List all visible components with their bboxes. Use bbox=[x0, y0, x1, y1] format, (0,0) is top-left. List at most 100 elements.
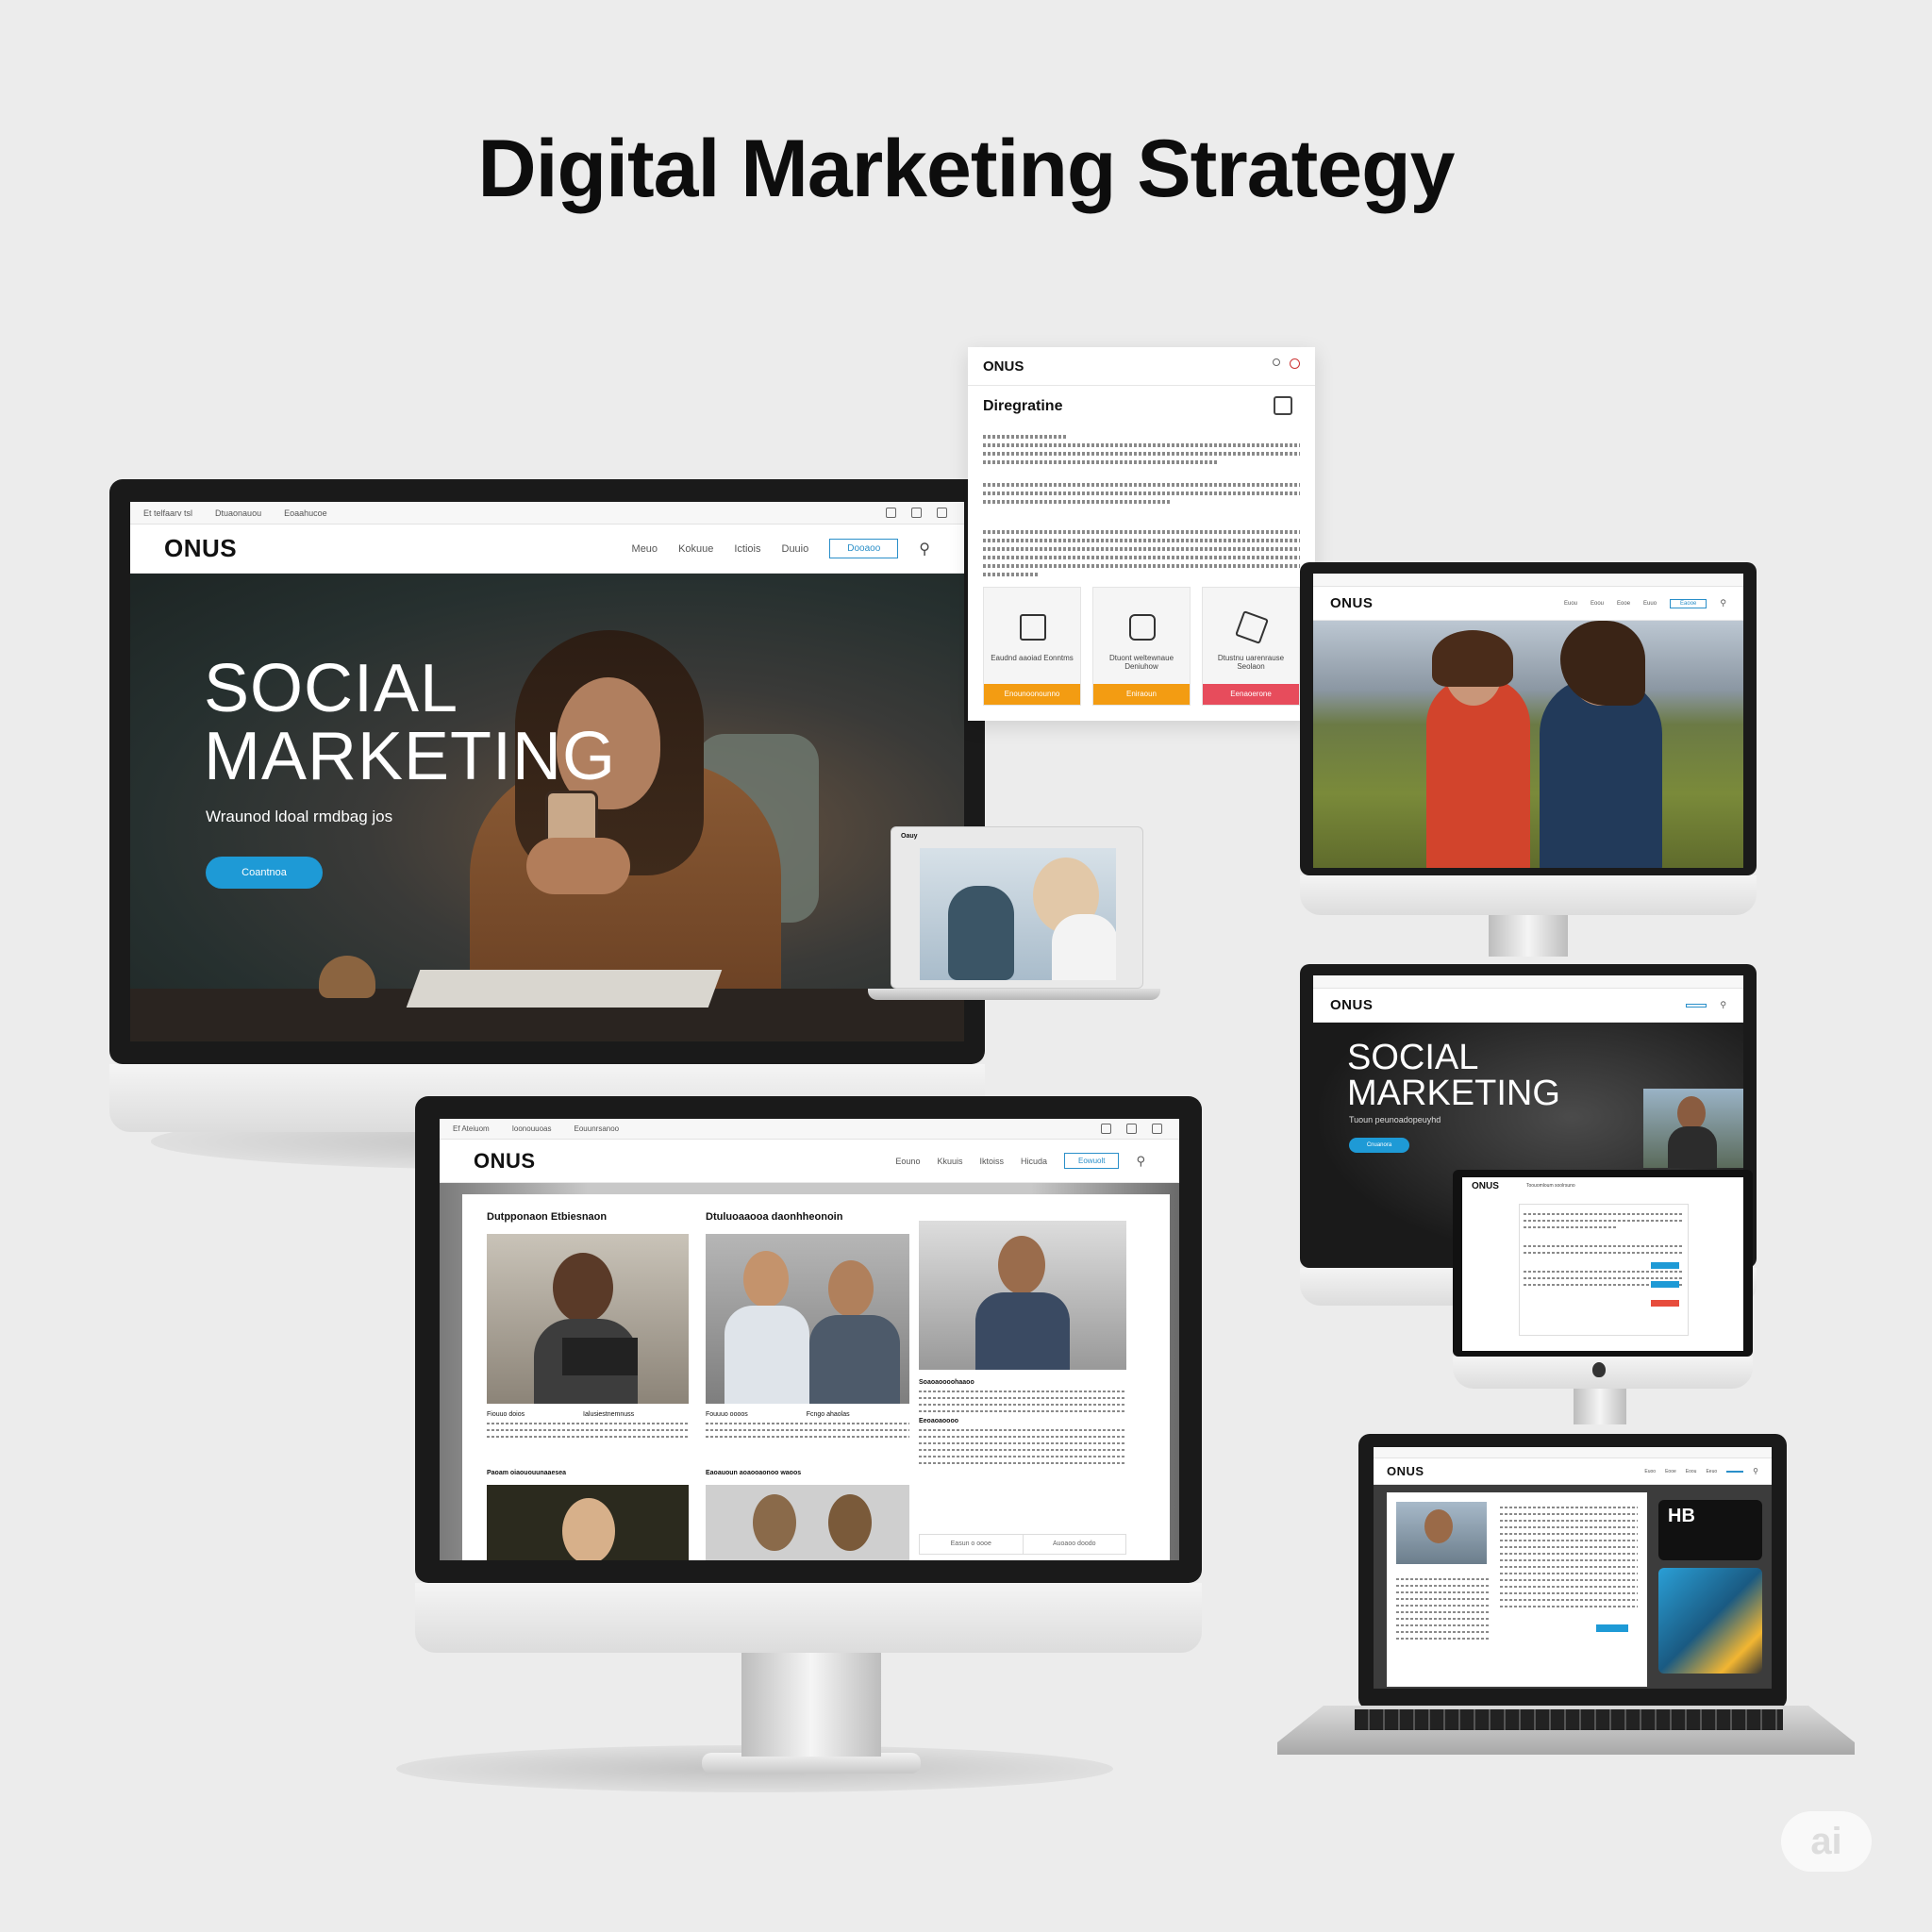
topbar-link[interactable]: Eouunrsanoo bbox=[575, 1124, 620, 1133]
nav-button[interactable] bbox=[1726, 1470, 1744, 1473]
doc-card[interactable]: Eaudnd aaoiad Eonntms Enounoonounno bbox=[983, 587, 1081, 706]
inner-button[interactable] bbox=[1651, 1281, 1679, 1288]
search-icon[interactable]: ⚲ bbox=[1136, 1154, 1145, 1169]
card-button[interactable]: Enounoonounno bbox=[984, 684, 1080, 705]
team-photo bbox=[487, 1485, 689, 1560]
topbar-link[interactable]: Ef Ateiuom bbox=[453, 1124, 490, 1133]
hero-cta-button[interactable]: Coantnoa bbox=[206, 857, 323, 889]
hero-subtitle: Wraunod ldoal rmdbag jos bbox=[206, 808, 393, 825]
team-photo bbox=[706, 1234, 909, 1404]
globe-icon[interactable] bbox=[886, 508, 896, 518]
nav-link[interactable]: Ictiois bbox=[734, 543, 760, 555]
brand-logo[interactable]: ONUS bbox=[1330, 595, 1373, 611]
doc-logo[interactable]: ONUS bbox=[983, 358, 1024, 375]
grid-icon[interactable] bbox=[1152, 1124, 1162, 1134]
search-icon[interactable]: ⚲ bbox=[1753, 1467, 1758, 1475]
nav-link[interactable]: Eoou bbox=[1686, 1469, 1697, 1474]
nav-link[interactable]: Iktoiss bbox=[979, 1157, 1004, 1166]
small-laptop-photo bbox=[920, 848, 1116, 980]
brand-logo[interactable]: ONUS bbox=[1330, 997, 1373, 1013]
brand-logo[interactable]: ONUS bbox=[1387, 1464, 1424, 1478]
search-icon[interactable]: ⚲ bbox=[919, 540, 930, 558]
doc-card[interactable]: Dtuont weltewnaue Deniuhow Eniraoun bbox=[1092, 587, 1191, 706]
settings-icon[interactable] bbox=[1273, 358, 1280, 366]
topbar-link[interactable]: Ioonouuoas bbox=[512, 1124, 552, 1133]
tab[interactable]: Easun o oooe bbox=[920, 1535, 1024, 1554]
team-photo bbox=[487, 1234, 689, 1404]
nav-button[interactable]: Eowuolt bbox=[1064, 1153, 1120, 1169]
nav-link[interactable]: Eoou bbox=[1591, 601, 1604, 607]
notification-icon[interactable] bbox=[1290, 358, 1300, 369]
small-laptop-label: Oauy bbox=[901, 833, 918, 840]
hero-cta-button[interactable]: Cnuanora bbox=[1349, 1138, 1409, 1153]
card-label: Eaudnd aaoiad Eonntms bbox=[991, 654, 1074, 662]
floating-doc-panel: ONUS Diregratine Eaudnd aaoiad Eonntms E… bbox=[968, 347, 1315, 721]
photo-caption: Fouuuo oooos bbox=[706, 1411, 748, 1418]
tag-icon bbox=[1235, 610, 1269, 644]
nav-link[interactable]: Hicuda bbox=[1021, 1157, 1047, 1166]
section-heading: Dutpponaon Etbiesnaon bbox=[487, 1211, 608, 1223]
section-heading: Eaoauoun aoaooaonoo waoos bbox=[706, 1470, 802, 1476]
main-navbar: ONUS Meuo Kokuue Ictiois Duuio Dooaoo ⚲ bbox=[130, 525, 964, 574]
tab[interactable]: Auoaoo doodo bbox=[1024, 1535, 1126, 1554]
laptop-content bbox=[1387, 1492, 1647, 1687]
topbar-link[interactable]: Eoaahucoe bbox=[284, 508, 327, 518]
inner-button[interactable] bbox=[1596, 1624, 1628, 1632]
photo-caption: Fcngo ahaolas bbox=[806, 1411, 850, 1418]
doc-heading: Diregratine bbox=[983, 398, 1063, 414]
main-topbar: Et telfaarv tsl Dtuaonauou Eoaahucoe bbox=[130, 502, 964, 525]
inner-button[interactable] bbox=[1651, 1300, 1679, 1307]
grid-icon[interactable] bbox=[937, 508, 947, 518]
chart-icon bbox=[1020, 614, 1046, 641]
card-button[interactable]: Eniraoun bbox=[1093, 684, 1190, 705]
laptop-screen: ONUS Euoo Eooe Eoou Eeuo ⚲ HB bbox=[1374, 1447, 1772, 1689]
content-panel: Dutpponaon Etbiesnaon Dtuluoaaooa daonhh… bbox=[462, 1194, 1170, 1560]
nav-link[interactable]: Meuo bbox=[632, 543, 658, 555]
nav-button[interactable]: Eaooe bbox=[1670, 598, 1707, 608]
cart-icon[interactable] bbox=[911, 508, 922, 518]
nav-link[interactable]: Duuio bbox=[782, 543, 809, 555]
side-heading: Soaoaoooohaaoo bbox=[919, 1379, 974, 1386]
brand-logo[interactable]: ONUS bbox=[164, 534, 237, 563]
hero-heading-line2: MARKETING bbox=[1347, 1074, 1560, 1113]
laptop-photo bbox=[1396, 1502, 1487, 1564]
nav-button[interactable]: Dooaoo bbox=[829, 539, 899, 558]
side-heading: Eeoaoaoooo bbox=[919, 1418, 959, 1424]
doc-body-text bbox=[983, 430, 1300, 581]
nav-link[interactable]: Kkuuis bbox=[937, 1157, 962, 1166]
nav-link[interactable]: Eooe bbox=[1665, 1469, 1676, 1474]
doc-card[interactable]: Dtustnu uarenrause Seolaon Eenaoerone bbox=[1202, 587, 1300, 706]
team-photo bbox=[919, 1221, 1126, 1370]
topbar-link[interactable]: Et telfaarv tsl bbox=[143, 508, 192, 518]
nav-link[interactable]: Euuo bbox=[1643, 601, 1657, 607]
right-monitor-1-screen: ONUS Euou Eoou Eooe Euuo Eaooe ⚲ bbox=[1313, 574, 1743, 868]
nav-link[interactable]: Eeuo bbox=[1706, 1469, 1717, 1474]
cart-icon[interactable] bbox=[1126, 1124, 1137, 1134]
laptop-promo-card: HB bbox=[1658, 1500, 1762, 1560]
nav-link[interactable]: Euoo bbox=[1644, 1469, 1656, 1474]
nav-link[interactable]: Euou bbox=[1564, 601, 1577, 607]
nav-link[interactable]: Eooe bbox=[1617, 601, 1630, 607]
nav-link[interactable]: Kokuue bbox=[678, 543, 713, 555]
ai-watermark: ai bbox=[1781, 1811, 1872, 1872]
nav-link[interactable]: Eouno bbox=[895, 1157, 920, 1166]
laptop-keyboard bbox=[1355, 1709, 1783, 1730]
search-icon[interactable]: ⚲ bbox=[1720, 598, 1726, 608]
hero-heading-line1: SOCIAL bbox=[1347, 1038, 1479, 1077]
hero-heading-line2: MARKETING bbox=[204, 719, 617, 794]
topbar-link[interactable]: Dtuaonauou bbox=[215, 508, 261, 518]
brand-logo[interactable]: ONUS bbox=[1472, 1181, 1499, 1191]
nav-button[interactable] bbox=[1686, 1003, 1707, 1008]
inner-header: Toouomloum soolrsuno bbox=[1526, 1183, 1575, 1189]
brand-logo[interactable]: ONUS bbox=[474, 1149, 536, 1174]
search-icon[interactable]: ⚲ bbox=[1720, 1000, 1726, 1010]
main-monitor-screen: Et telfaarv tsl Dtuaonauou Eoaahucoe ONU… bbox=[130, 502, 964, 1041]
globe-icon[interactable] bbox=[1101, 1124, 1111, 1134]
nested-monitor-screen: ONUS Toouomloum soolrsuno bbox=[1462, 1177, 1743, 1351]
page-title: Digital Marketing Strategy bbox=[477, 124, 1456, 214]
camera-icon bbox=[1129, 614, 1156, 641]
inner-button[interactable] bbox=[1651, 1262, 1679, 1269]
friends-photo bbox=[1313, 621, 1743, 868]
hero-heading-line1: SOCIAL bbox=[204, 651, 459, 726]
card-button[interactable]: Eenaoerone bbox=[1203, 684, 1299, 705]
